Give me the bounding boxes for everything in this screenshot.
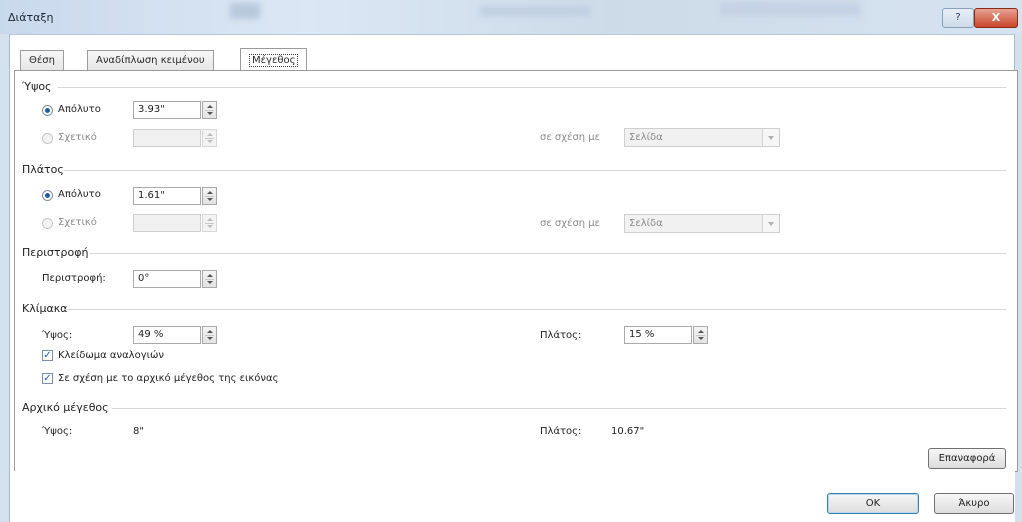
ok-button[interactable]: ΟΚ: [827, 493, 919, 514]
height-relative-to-label: σε σχέση με: [540, 132, 601, 143]
relative-original-checkbox[interactable]: ✓: [42, 373, 53, 384]
divider: [90, 253, 1006, 254]
height-section-title: Ύψος: [22, 80, 52, 93]
divider: [64, 309, 1006, 310]
divider: [58, 87, 1006, 88]
height-relative-radio[interactable]: [42, 133, 53, 144]
original-height-value: 8": [133, 426, 144, 437]
width-relative-to-value: Σελίδα: [629, 218, 663, 229]
help-button[interactable]: ?: [942, 8, 974, 28]
scale-width-spinner[interactable]: [693, 326, 708, 344]
divider: [112, 408, 1006, 409]
reset-button[interactable]: Επαναφορά: [928, 448, 1006, 469]
width-absolute-label: Απόλυτο: [58, 189, 101, 200]
rotation-input[interactable]: 0°: [133, 270, 217, 288]
tab-position[interactable]: Θέση: [20, 50, 64, 70]
height-absolute-input[interactable]: 3.93": [133, 101, 217, 119]
rotation-spinner[interactable]: [202, 270, 217, 288]
width-absolute-value: 1.61": [138, 190, 165, 201]
height-relative-to-select[interactable]: Σελίδα: [624, 128, 780, 147]
original-width-value: 10.67": [611, 426, 645, 437]
scale-width-value: 15 %: [629, 329, 655, 340]
width-relative-to-label: σε σχέση με: [540, 218, 601, 229]
height-relative-label: Σχετικό: [58, 132, 97, 143]
scale-section-title: Κλίμακα: [22, 302, 68, 315]
height-relative-spinner[interactable]: [202, 129, 217, 147]
chevron-down-icon: [762, 129, 779, 146]
width-relative-input[interactable]: [133, 214, 217, 232]
height-absolute-radio[interactable]: [42, 105, 53, 116]
cancel-button[interactable]: Άκυρο: [934, 493, 1014, 514]
title-bar-decoration: [720, 2, 860, 16]
width-absolute-radio[interactable]: [42, 190, 53, 201]
width-relative-spinner[interactable]: [202, 214, 217, 232]
tab-label: Μέγεθος: [249, 54, 299, 67]
tab-label: Θέση: [29, 55, 55, 66]
height-absolute-value: 3.93": [138, 104, 165, 115]
original-width-label: Πλάτος:: [540, 426, 582, 437]
title-bar: Διάταξη ? X: [0, 0, 1022, 35]
width-section-title: Πλάτος: [22, 163, 64, 176]
lock-aspect-checkbox[interactable]: ✓: [42, 350, 53, 361]
height-absolute-label: Απόλυτο: [58, 104, 101, 115]
width-absolute-spinner[interactable]: [202, 187, 217, 205]
title-bar-decoration: [480, 6, 590, 16]
scale-height-spinner[interactable]: [202, 326, 217, 344]
tab-text-wrapping[interactable]: Αναδίπλωση κειμένου: [87, 50, 214, 70]
scale-height-value: 49 %: [138, 329, 164, 340]
width-absolute-input[interactable]: 1.61": [133, 187, 217, 205]
scale-height-label: Ύψος:: [42, 330, 73, 341]
divider: [64, 170, 1006, 171]
height-relative-to-value: Σελίδα: [629, 132, 663, 143]
height-absolute-spinner[interactable]: [202, 101, 217, 119]
scale-width-input[interactable]: 15 %: [624, 326, 708, 344]
width-relative-radio[interactable]: [42, 218, 53, 229]
scale-width-label: Πλάτος:: [540, 330, 582, 341]
rotation-section-title: Περιστροφή: [22, 246, 89, 259]
chevron-down-icon: [762, 215, 779, 232]
rotation-label: Περιστροφή:: [42, 273, 106, 284]
scale-height-input[interactable]: 49 %: [133, 326, 217, 344]
relative-original-label[interactable]: Σε σχέση με το αρχικό μέγεθος της εικόνα…: [58, 373, 278, 384]
window-frame-left: [0, 34, 10, 522]
original-size-section-title: Αρχικό μέγεθος: [22, 401, 109, 414]
original-height-label: Ύψος:: [42, 426, 73, 437]
window-title: Διάταξη: [8, 11, 54, 24]
lock-aspect-label[interactable]: Κλείδωμα αναλογιών: [58, 350, 164, 361]
title-bar-decoration: [230, 3, 260, 19]
width-relative-to-select[interactable]: Σελίδα: [624, 214, 780, 233]
width-relative-label: Σχετικό: [58, 217, 97, 228]
height-relative-input[interactable]: [133, 129, 217, 147]
close-button[interactable]: X: [974, 8, 1018, 28]
rotation-value: 0°: [138, 273, 150, 284]
tab-size[interactable]: Μέγεθος: [240, 48, 308, 72]
tab-label: Αναδίπλωση κειμένου: [96, 55, 205, 66]
